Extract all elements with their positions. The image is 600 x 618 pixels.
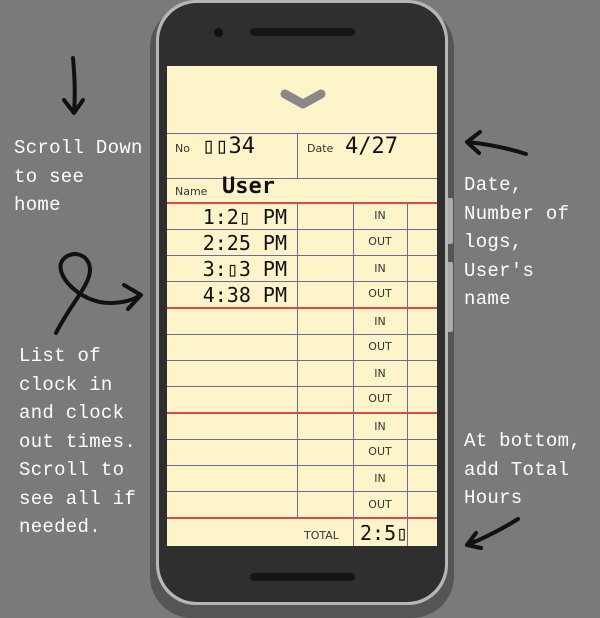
out-label: OUT xyxy=(368,340,392,353)
earpiece xyxy=(250,28,355,36)
row-line xyxy=(167,281,437,282)
arrow-icon xyxy=(62,56,85,115)
header-info-note: Date, Number of logs, User's name xyxy=(464,171,569,314)
row-line xyxy=(167,465,437,466)
note-line: Hours xyxy=(464,487,523,509)
note-line: clock in xyxy=(19,373,113,396)
out-label: OUT xyxy=(368,392,392,405)
row-line xyxy=(167,255,437,256)
note-line: Scroll Down xyxy=(14,137,143,159)
camera-icon xyxy=(214,28,223,37)
in-label: IN xyxy=(374,315,386,328)
in-label: IN xyxy=(374,209,386,222)
note-line: Date, xyxy=(464,174,523,196)
clock-time: 4:38 PM xyxy=(202,283,287,307)
column-line xyxy=(297,203,298,518)
out-label: OUT xyxy=(368,445,392,458)
no-label: No xyxy=(175,142,190,155)
out-label: OUT xyxy=(368,235,392,248)
note-line: see all if xyxy=(19,487,137,510)
in-label: IN xyxy=(374,472,386,485)
out-label: OUT xyxy=(368,498,392,511)
arrow-icon xyxy=(54,252,143,335)
note-line: out times. xyxy=(19,430,137,453)
row-line xyxy=(167,334,437,335)
date-label: Date xyxy=(307,142,334,155)
section-rule xyxy=(167,412,437,414)
column-line xyxy=(407,203,408,546)
header-vertical-divider xyxy=(297,133,298,178)
list-note: List of clock in and clock out times. Sc… xyxy=(19,342,136,542)
clock-time: 3:▯3 PM xyxy=(202,257,287,281)
note-line: logs, xyxy=(464,231,523,253)
row-line xyxy=(167,229,437,230)
arrow-icon xyxy=(465,517,520,550)
row-line xyxy=(167,491,437,492)
in-label: IN xyxy=(374,420,386,433)
date-value: 4/27 xyxy=(345,134,398,159)
row-line xyxy=(167,439,437,440)
note-line: At bottom, xyxy=(464,430,582,452)
name-divider xyxy=(167,178,437,179)
note-line: name xyxy=(464,288,511,310)
scroll-down-note: Scroll Down to see home xyxy=(14,134,143,220)
name-label: Name xyxy=(175,185,208,198)
total-hours: 2:5▯ xyxy=(360,521,409,545)
note-line: Scroll to xyxy=(19,459,125,481)
total-info-note: At bottom, add Total Hours xyxy=(464,427,581,513)
in-label: IN xyxy=(374,262,386,275)
note-line: and clock xyxy=(19,402,125,424)
user-name: User xyxy=(222,174,275,199)
row-line xyxy=(167,360,437,361)
section-rule xyxy=(167,202,437,204)
section-rule xyxy=(167,307,437,309)
total-label: TOTAL xyxy=(304,529,339,542)
out-label: OUT xyxy=(368,287,392,300)
note-line: List of xyxy=(19,345,101,367)
row-line xyxy=(167,386,437,387)
note-line: needed. xyxy=(19,516,101,538)
note-line: home xyxy=(14,194,61,216)
clock-time: 1:2▯ PM xyxy=(202,205,287,229)
in-label: IN xyxy=(374,367,386,380)
chevron-down-icon[interactable] xyxy=(279,84,327,114)
note-line: User's xyxy=(464,259,535,282)
note-line: add Total xyxy=(464,458,570,481)
time-card-screen[interactable]: No ▯▯34 Date 4/27 Name User 1:2▯ PM 2:25… xyxy=(167,66,437,546)
note-line: Number of xyxy=(464,202,570,225)
arrow-icon xyxy=(465,130,528,156)
clock-time: 2:25 PM xyxy=(202,231,287,255)
log-number: ▯▯34 xyxy=(202,134,255,159)
section-rule xyxy=(167,517,437,519)
bottom-speaker xyxy=(250,573,355,581)
note-line: to see xyxy=(14,165,85,188)
